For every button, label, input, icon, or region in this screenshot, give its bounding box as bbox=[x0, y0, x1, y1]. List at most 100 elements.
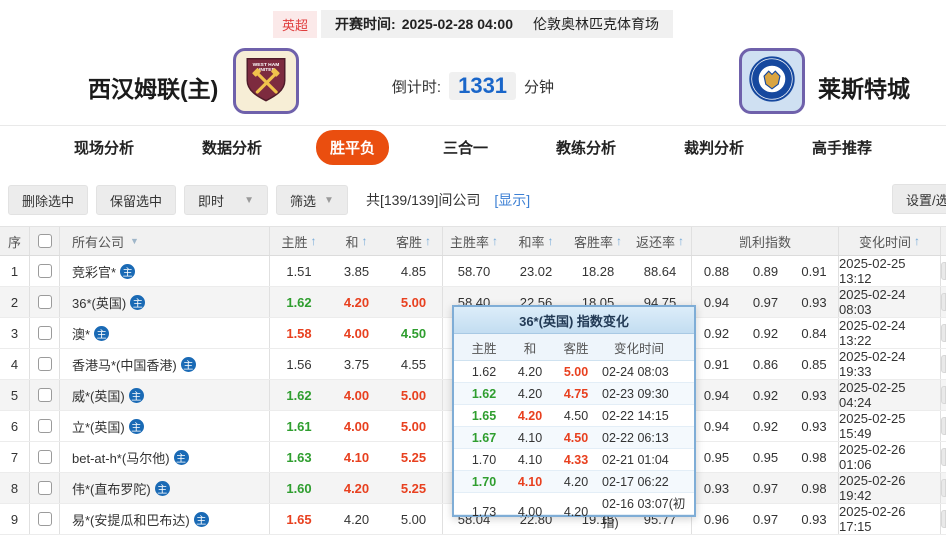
nav-tab[interactable]: 现场分析 bbox=[60, 130, 148, 165]
odds-value[interactable]: 1.62 bbox=[270, 380, 328, 410]
show-link[interactable]: [显示] bbox=[494, 190, 530, 210]
main-company-badge: 主 bbox=[181, 357, 196, 372]
popup-odds-value: 4.20 bbox=[508, 361, 552, 382]
row-checkbox[interactable] bbox=[38, 512, 52, 526]
odds-value[interactable]: 1.63 bbox=[270, 442, 328, 472]
company-cell[interactable]: 竞彩官*主 bbox=[60, 256, 270, 286]
odds-value[interactable]: 5.00 bbox=[385, 504, 443, 534]
company-name: 36*(英国) bbox=[72, 293, 126, 312]
nav-tab[interactable]: 胜平负 bbox=[316, 130, 389, 165]
row-action-button-cutoff[interactable] bbox=[941, 355, 946, 373]
odds-value[interactable]: 4.00 bbox=[328, 411, 385, 441]
popup-col-home: 主胜 bbox=[460, 334, 508, 360]
popup-row: 1.704.104.3302-21 01:04 bbox=[454, 449, 694, 471]
col-header-company[interactable]: 所有公司▼ bbox=[60, 227, 270, 255]
nav-tab[interactable]: 数据分析 bbox=[188, 130, 276, 165]
row-action-button-cutoff[interactable] bbox=[941, 262, 946, 280]
popup-header-row: 主胜 和 客胜 变化时间 bbox=[454, 334, 694, 361]
league-badge[interactable]: 英超 bbox=[273, 11, 317, 38]
col-header-return-rate[interactable]: 返还率↑ bbox=[629, 227, 692, 255]
kickoff-strip: 开赛时间: 2025-02-28 04:00 伦敦奥林匹克体育场 bbox=[321, 10, 673, 38]
row-action-button-cutoff[interactable] bbox=[941, 386, 946, 404]
row-checkbox[interactable] bbox=[38, 326, 52, 340]
odds-value[interactable]: 4.10 bbox=[328, 442, 385, 472]
row-action-button-cutoff[interactable] bbox=[941, 324, 946, 342]
row-action-cell bbox=[941, 256, 946, 286]
odds-value[interactable]: 1.62 bbox=[270, 287, 328, 317]
odds-value[interactable]: 3.75 bbox=[328, 349, 385, 379]
row-action-button-cutoff[interactable] bbox=[941, 510, 946, 528]
odds-value[interactable]: 5.25 bbox=[385, 473, 443, 503]
row-checkbox[interactable] bbox=[38, 481, 52, 495]
col-header-away-rate[interactable]: 客胜率↑ bbox=[567, 227, 629, 255]
row-action-button-cutoff[interactable] bbox=[941, 417, 946, 435]
odds-value[interactable]: 4.85 bbox=[385, 256, 443, 286]
kelly-value: 0.89 bbox=[741, 256, 790, 286]
odds-value[interactable]: 3.85 bbox=[328, 256, 385, 286]
row-checkbox[interactable] bbox=[38, 295, 52, 309]
odds-value[interactable]: 4.20 bbox=[328, 504, 385, 534]
delete-selected-button[interactable]: 删除选中 bbox=[8, 185, 88, 215]
row-checkbox[interactable] bbox=[38, 388, 52, 402]
company-cell[interactable]: 易*(安提瓜和巴布达)主 bbox=[60, 504, 270, 534]
row-checkbox[interactable] bbox=[38, 419, 52, 433]
company-cell[interactable]: 36*(英国)主 bbox=[60, 287, 270, 317]
odds-value[interactable]: 1.56 bbox=[270, 349, 328, 379]
odds-value[interactable]: 1.58 bbox=[270, 318, 328, 348]
main-company-badge: 主 bbox=[129, 419, 144, 434]
company-cell[interactable]: 伟*(直布罗陀)主 bbox=[60, 473, 270, 503]
col-header-draw-rate[interactable]: 和率↑ bbox=[505, 227, 567, 255]
nav-tab[interactable]: 裁判分析 bbox=[670, 130, 758, 165]
company-cell[interactable]: 立*(英国)主 bbox=[60, 411, 270, 441]
odds-value[interactable]: 5.00 bbox=[385, 287, 443, 317]
svg-text:WEST HAM: WEST HAM bbox=[253, 62, 280, 68]
odds-value[interactable]: 4.50 bbox=[385, 318, 443, 348]
col-header-change-time[interactable]: 变化时间↑ bbox=[839, 227, 941, 255]
instant-odds-select[interactable]: 即时 ▼ bbox=[184, 185, 268, 215]
company-cell[interactable]: 澳*主 bbox=[60, 318, 270, 348]
main-company-badge: 主 bbox=[155, 481, 170, 496]
nav-tab[interactable]: 三合一 bbox=[429, 130, 502, 165]
odds-value[interactable]: 4.55 bbox=[385, 349, 443, 379]
filter-button[interactable]: 筛选 ▼ bbox=[276, 185, 348, 215]
odds-value[interactable]: 1.65 bbox=[270, 504, 328, 534]
team-header: 西汉姆联(主) WEST HAM UNITED 倒计时: 1331 bbox=[0, 40, 946, 125]
nav-tab[interactable]: 教练分析 bbox=[542, 130, 630, 165]
odds-value[interactable]: 1.61 bbox=[270, 411, 328, 441]
odds-value[interactable]: 5.00 bbox=[385, 380, 443, 410]
company-cell[interactable]: bet-at-h*(马尔他)主 bbox=[60, 442, 270, 472]
row-checkbox[interactable] bbox=[38, 264, 52, 278]
odds-value[interactable]: 4.00 bbox=[328, 318, 385, 348]
select-all-checkbox[interactable] bbox=[38, 234, 52, 248]
col-header-home-rate[interactable]: 主胜率↑ bbox=[443, 227, 505, 255]
odds-value[interactable]: 1.51 bbox=[270, 256, 328, 286]
keep-selected-button[interactable]: 保留选中 bbox=[96, 185, 176, 215]
company-name: 竞彩官* bbox=[72, 262, 116, 281]
row-checkbox[interactable] bbox=[38, 450, 52, 464]
company-name: 澳* bbox=[72, 324, 90, 343]
odds-value[interactable]: 5.25 bbox=[385, 442, 443, 472]
company-cell[interactable]: 香港马*(中国香港)主 bbox=[60, 349, 270, 379]
odds-value[interactable]: 4.00 bbox=[328, 380, 385, 410]
chevron-down-icon: ▼ bbox=[244, 195, 254, 206]
company-cell[interactable]: 威*(英国)主 bbox=[60, 380, 270, 410]
row-action-button-cutoff[interactable] bbox=[941, 293, 946, 311]
row-action-button-cutoff[interactable] bbox=[941, 448, 946, 466]
row-checkbox[interactable] bbox=[38, 357, 52, 371]
row-action-button-cutoff[interactable] bbox=[941, 479, 946, 497]
change-time: 2025-02-26 17:15 bbox=[839, 504, 941, 534]
row-action-cell bbox=[941, 504, 946, 534]
popup-row: 1.734.004.2002-16 03:07(初指) bbox=[454, 493, 694, 515]
odds-value[interactable]: 1.60 bbox=[270, 473, 328, 503]
popup-odds-value: 4.50 bbox=[552, 405, 600, 426]
sort-asc-icon: ↑ bbox=[425, 234, 431, 248]
odds-value[interactable]: 4.20 bbox=[328, 287, 385, 317]
odds-value[interactable]: 5.00 bbox=[385, 411, 443, 441]
nav-tab[interactable]: 高手推荐 bbox=[798, 130, 886, 165]
rate-value: 18.28 bbox=[567, 256, 629, 286]
col-header-home-win[interactable]: 主胜↑ bbox=[270, 227, 328, 255]
settings-select-button[interactable]: 设置/选择 bbox=[892, 184, 946, 214]
odds-value[interactable]: 4.20 bbox=[328, 473, 385, 503]
col-header-draw[interactable]: 和↑ bbox=[328, 227, 385, 255]
col-header-away-win[interactable]: 客胜↑ bbox=[385, 227, 443, 255]
